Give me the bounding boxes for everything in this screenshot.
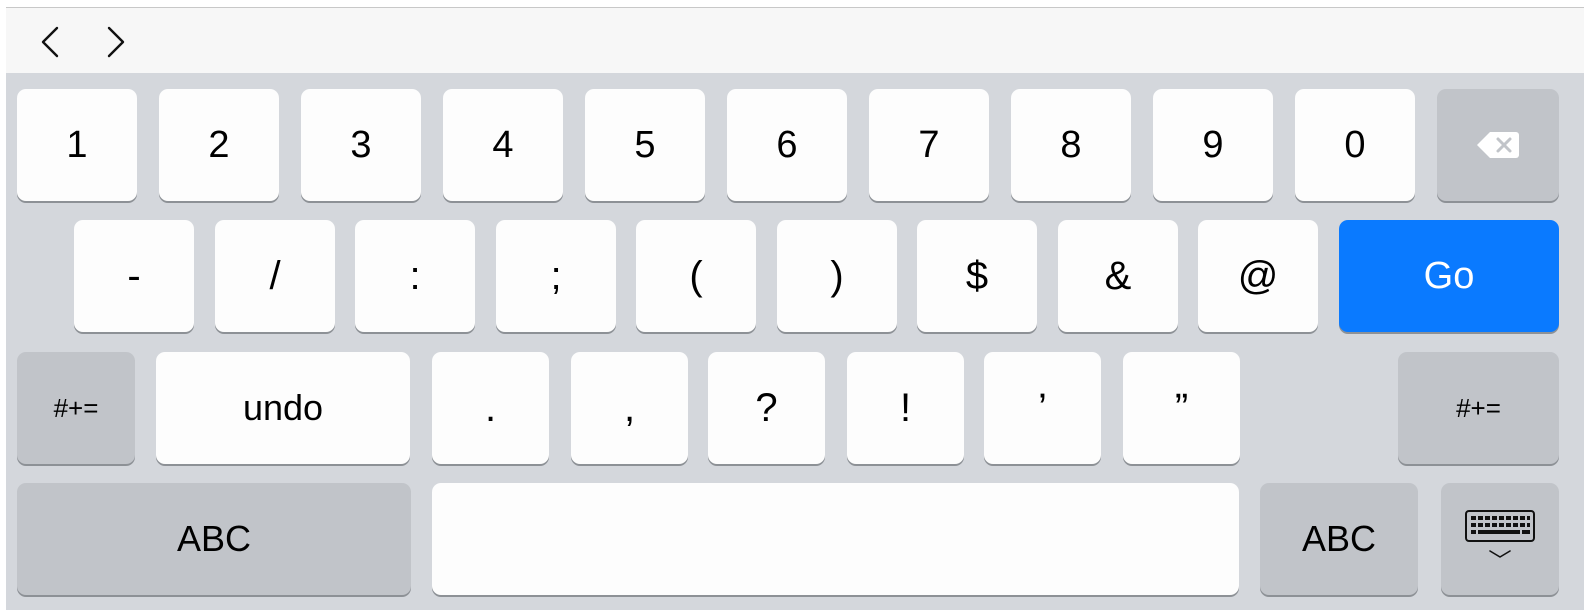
key-4[interactable]: 4 (443, 89, 563, 201)
key-label: ; (550, 254, 562, 298)
key-3[interactable]: 3 (301, 89, 421, 201)
key-5[interactable]: 5 (585, 89, 705, 201)
key-label: 5 (634, 124, 656, 166)
undo-button[interactable]: undo (156, 352, 410, 464)
key-1[interactable]: 1 (17, 89, 137, 201)
key-label: : (409, 254, 421, 298)
key-colon[interactable]: : (355, 220, 475, 332)
key-label: 6 (776, 124, 798, 166)
key-label: undo (242, 387, 324, 428)
key-slash[interactable]: / (215, 220, 335, 332)
key-7[interactable]: 7 (869, 89, 989, 201)
keyboard: 1 2 3 4 5 6 7 8 9 0 - / : ; ( ) $ & @ Go… (6, 73, 1584, 610)
key-comma[interactable]: , (571, 352, 688, 464)
key-label: 0 (1344, 124, 1366, 166)
key-label: ’ (1038, 386, 1047, 430)
key-label: ABC (1301, 518, 1377, 559)
key-label: - (127, 254, 141, 298)
key-apostrophe[interactable]: ’ (984, 352, 1101, 464)
key-dollar[interactable]: $ (917, 220, 1037, 332)
key-open-paren[interactable]: ( (636, 220, 756, 332)
chevron-left-icon[interactable] (30, 22, 70, 62)
key-label: 2 (208, 124, 230, 166)
keyboard-hide-icon (1465, 510, 1535, 558)
key-label: . (484, 386, 497, 430)
key-close-paren[interactable]: ) (777, 220, 897, 332)
abc-button-left[interactable]: ABC (17, 483, 411, 595)
key-at[interactable]: @ (1198, 220, 1318, 332)
more-symbols-button-left[interactable]: #+= (17, 352, 135, 464)
delete-button[interactable] (1437, 89, 1559, 201)
key-label: / (269, 254, 281, 298)
key-period[interactable]: . (432, 352, 549, 464)
abc-button-right[interactable]: ABC (1260, 483, 1418, 595)
key-label: , (623, 386, 636, 430)
key-label: ABC (176, 518, 252, 559)
key-label: @ (1237, 254, 1279, 298)
key-label: ? (755, 386, 778, 430)
go-label: Go (1423, 255, 1475, 297)
key-label: ) (830, 254, 844, 298)
key-hyphen[interactable]: - (74, 220, 194, 332)
backspace-icon (1477, 132, 1519, 158)
more-symbols-button-right[interactable]: #+= (1398, 352, 1559, 464)
key-label: ( (689, 254, 703, 298)
key-label: 3 (350, 124, 372, 166)
key-label: 4 (492, 124, 514, 166)
key-label: 1 (66, 124, 88, 166)
key-label: $ (965, 254, 989, 298)
key-label: 7 (918, 124, 940, 166)
key-2[interactable]: 2 (159, 89, 279, 201)
key-label: 9 (1202, 124, 1224, 166)
hide-keyboard-button[interactable] (1441, 483, 1559, 595)
key-9[interactable]: 9 (1153, 89, 1273, 201)
chevron-right-icon[interactable] (96, 22, 136, 62)
key-8[interactable]: 8 (1011, 89, 1131, 201)
key-label: #+= (53, 393, 99, 423)
key-semicolon[interactable]: ; (496, 220, 616, 332)
key-6[interactable]: 6 (727, 89, 847, 201)
key-label: ! (899, 386, 912, 430)
go-button[interactable]: Go (1339, 220, 1559, 332)
key-ampersand[interactable]: & (1058, 220, 1178, 332)
key-quote[interactable]: ” (1123, 352, 1240, 464)
key-label: ” (1174, 386, 1189, 430)
space-bar[interactable] (432, 483, 1239, 595)
key-exclamation[interactable]: ! (847, 352, 964, 464)
key-label: & (1104, 254, 1132, 298)
key-0[interactable]: 0 (1295, 89, 1415, 201)
input-accessory-bar (6, 7, 1584, 73)
key-question[interactable]: ? (708, 352, 825, 464)
key-label: #+= (1456, 393, 1501, 423)
key-label: 8 (1060, 124, 1082, 166)
